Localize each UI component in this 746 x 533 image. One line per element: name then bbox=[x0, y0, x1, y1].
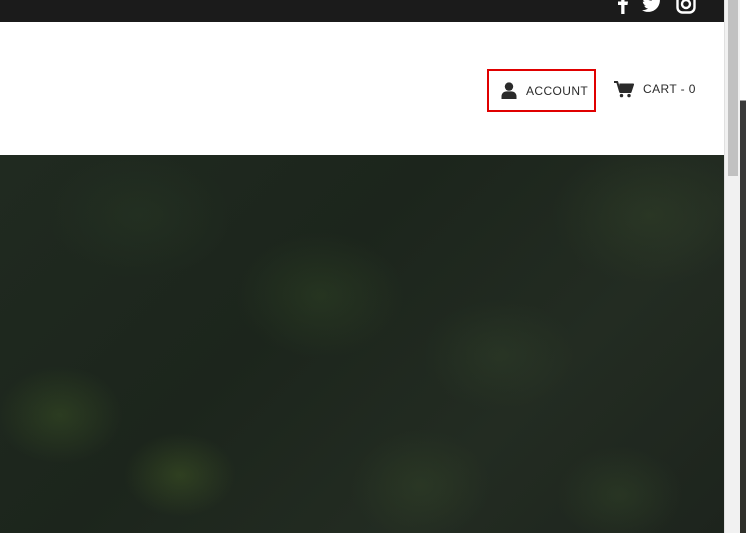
instagram-icon[interactable] bbox=[676, 0, 696, 14]
site-header: ACCOUNT CART - 0 bbox=[0, 22, 724, 155]
user-icon bbox=[501, 82, 517, 99]
cart-button[interactable]: CART - 0 bbox=[614, 78, 696, 100]
cart-label: CART - 0 bbox=[643, 82, 696, 96]
account-button[interactable]: ACCOUNT bbox=[487, 69, 596, 112]
window-edge bbox=[740, 0, 746, 533]
social-links bbox=[618, 0, 696, 14]
scrollbar-thumb[interactable] bbox=[728, 0, 738, 176]
twitter-icon[interactable] bbox=[642, 0, 662, 13]
hero-image bbox=[0, 155, 724, 533]
vertical-scrollbar[interactable] bbox=[724, 0, 740, 533]
cart-icon bbox=[614, 80, 634, 98]
page-viewport: ACCOUNT CART - 0 bbox=[0, 0, 724, 533]
browser-page: ACCOUNT CART - 0 bbox=[0, 0, 746, 533]
facebook-icon[interactable] bbox=[618, 0, 628, 14]
top-bar bbox=[0, 0, 724, 22]
account-label: ACCOUNT bbox=[526, 83, 589, 98]
